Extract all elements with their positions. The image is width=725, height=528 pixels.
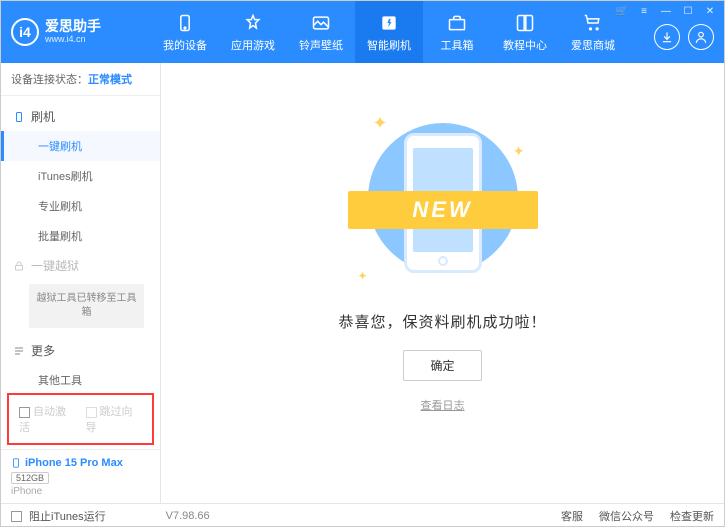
nav-label: 教程中心 xyxy=(503,37,547,53)
sidebar: 设备连接状态：正常模式 刷机 一键刷机 iTunes刷机 专业刷机 批量刷机 一… xyxy=(1,63,161,503)
app-header: 🛒 ≡ — ☐ ✕ i4 爱思助手 www.i4.cn 我的设备 应用游戏 铃声… xyxy=(1,1,724,63)
jailbreak-note: 越狱工具已转移至工具箱 xyxy=(29,284,144,328)
nav-label: 爱思商城 xyxy=(571,37,615,53)
success-illustration: ✦ ✦ ✦ NEW xyxy=(343,113,543,293)
main-panel: ✦ ✦ ✦ NEW 恭喜您，保资料刷机成功啦！ 确定 查看日志 xyxy=(161,63,724,503)
phone-icon xyxy=(11,456,21,470)
close-icon[interactable]: ✕ xyxy=(702,4,718,18)
device-storage: 512GB xyxy=(11,472,49,484)
sidebar-item-oneclick-flash[interactable]: 一键刷机 xyxy=(1,131,160,161)
nav-ringtones[interactable]: 铃声壁纸 xyxy=(287,1,355,63)
logo-icon: i4 xyxy=(11,18,39,46)
lock-icon xyxy=(13,260,25,272)
device-name-label: iPhone 15 Pro Max xyxy=(25,457,123,469)
sidebar-item-other-tools[interactable]: 其他工具 xyxy=(1,365,160,389)
apps-icon xyxy=(242,12,264,34)
checkbox-skip-guide[interactable]: 跳过向导 xyxy=(86,403,143,435)
sidebar-item-batch-flash[interactable]: 批量刷机 xyxy=(1,221,160,251)
nav-label: 智能刷机 xyxy=(367,37,411,53)
connection-status: 设备连接状态：正常模式 xyxy=(1,63,160,96)
device-icon xyxy=(174,12,196,34)
menu-icon[interactable]: ≡ xyxy=(636,4,652,18)
sidebar-group-jailbreak: 一键越狱 xyxy=(1,251,160,280)
block-itunes-label: 阻止iTunes运行 xyxy=(29,508,106,524)
sidebar-group-flash[interactable]: 刷机 xyxy=(1,102,160,131)
book-icon xyxy=(514,12,536,34)
cart-icon[interactable]: 🛒 xyxy=(614,4,630,18)
nav-toolbox[interactable]: 工具箱 xyxy=(423,1,491,63)
app-url: www.i4.cn xyxy=(45,35,101,45)
app-title: 爱思助手 xyxy=(45,19,101,34)
ok-button[interactable]: 确定 xyxy=(403,350,481,381)
toolbox-icon xyxy=(446,12,468,34)
footer: 阻止iTunes运行 V7.98.66 客服 微信公众号 检查更新 xyxy=(1,503,724,528)
device-info[interactable]: iPhone 15 Pro Max 512GB iPhone xyxy=(1,449,160,503)
status-value: 正常模式 xyxy=(88,74,132,86)
phone-icon xyxy=(13,111,25,123)
nav-flash[interactable]: 智能刷机 xyxy=(355,1,423,63)
nav-label: 我的设备 xyxy=(163,37,207,53)
view-log-link[interactable]: 查看日志 xyxy=(421,397,465,413)
version-label: V7.98.66 xyxy=(166,510,210,522)
options-row: 自动激活 跳过向导 xyxy=(7,393,154,445)
nav-label: 铃声壁纸 xyxy=(299,37,343,53)
ribbon-text: NEW xyxy=(348,191,538,229)
window-controls: 🛒 ≡ — ☐ ✕ xyxy=(614,4,718,18)
sidebar-group-more[interactable]: 更多 xyxy=(1,336,160,365)
flash-icon xyxy=(378,12,400,34)
minimize-icon[interactable]: — xyxy=(658,4,674,18)
sidebar-item-pro-flash[interactable]: 专业刷机 xyxy=(1,191,160,221)
checkbox-block-itunes[interactable] xyxy=(11,511,22,522)
image-icon xyxy=(310,12,332,34)
nav-label: 应用游戏 xyxy=(231,37,275,53)
success-message: 恭喜您，保资料刷机成功啦！ xyxy=(338,311,546,332)
logo-area: i4 爱思助手 www.i4.cn xyxy=(11,18,151,46)
nav-label: 工具箱 xyxy=(441,37,474,53)
top-nav: 我的设备 应用游戏 铃声壁纸 智能刷机 工具箱 教程中心 爱思商城 xyxy=(151,1,654,63)
sidebar-group-label: 刷机 xyxy=(31,108,55,125)
checkbox-auto-activate[interactable]: 自动激活 xyxy=(19,403,76,435)
nav-my-device[interactable]: 我的设备 xyxy=(151,1,219,63)
maximize-icon[interactable]: ☐ xyxy=(680,4,696,18)
sidebar-group-label: 一键越狱 xyxy=(31,257,79,274)
nav-apps[interactable]: 应用游戏 xyxy=(219,1,287,63)
store-icon xyxy=(582,12,604,34)
footer-wechat[interactable]: 微信公众号 xyxy=(599,508,654,524)
download-button[interactable] xyxy=(654,24,680,50)
footer-check-update[interactable]: 检查更新 xyxy=(670,508,714,524)
nav-tutorials[interactable]: 教程中心 xyxy=(491,1,559,63)
footer-support[interactable]: 客服 xyxy=(561,508,583,524)
status-label: 设备连接状态： xyxy=(11,74,88,86)
sidebar-group-label: 更多 xyxy=(31,342,55,359)
device-type: iPhone xyxy=(11,486,150,497)
sidebar-item-itunes-flash[interactable]: iTunes刷机 xyxy=(1,161,160,191)
user-button[interactable] xyxy=(688,24,714,50)
list-icon xyxy=(13,345,25,357)
